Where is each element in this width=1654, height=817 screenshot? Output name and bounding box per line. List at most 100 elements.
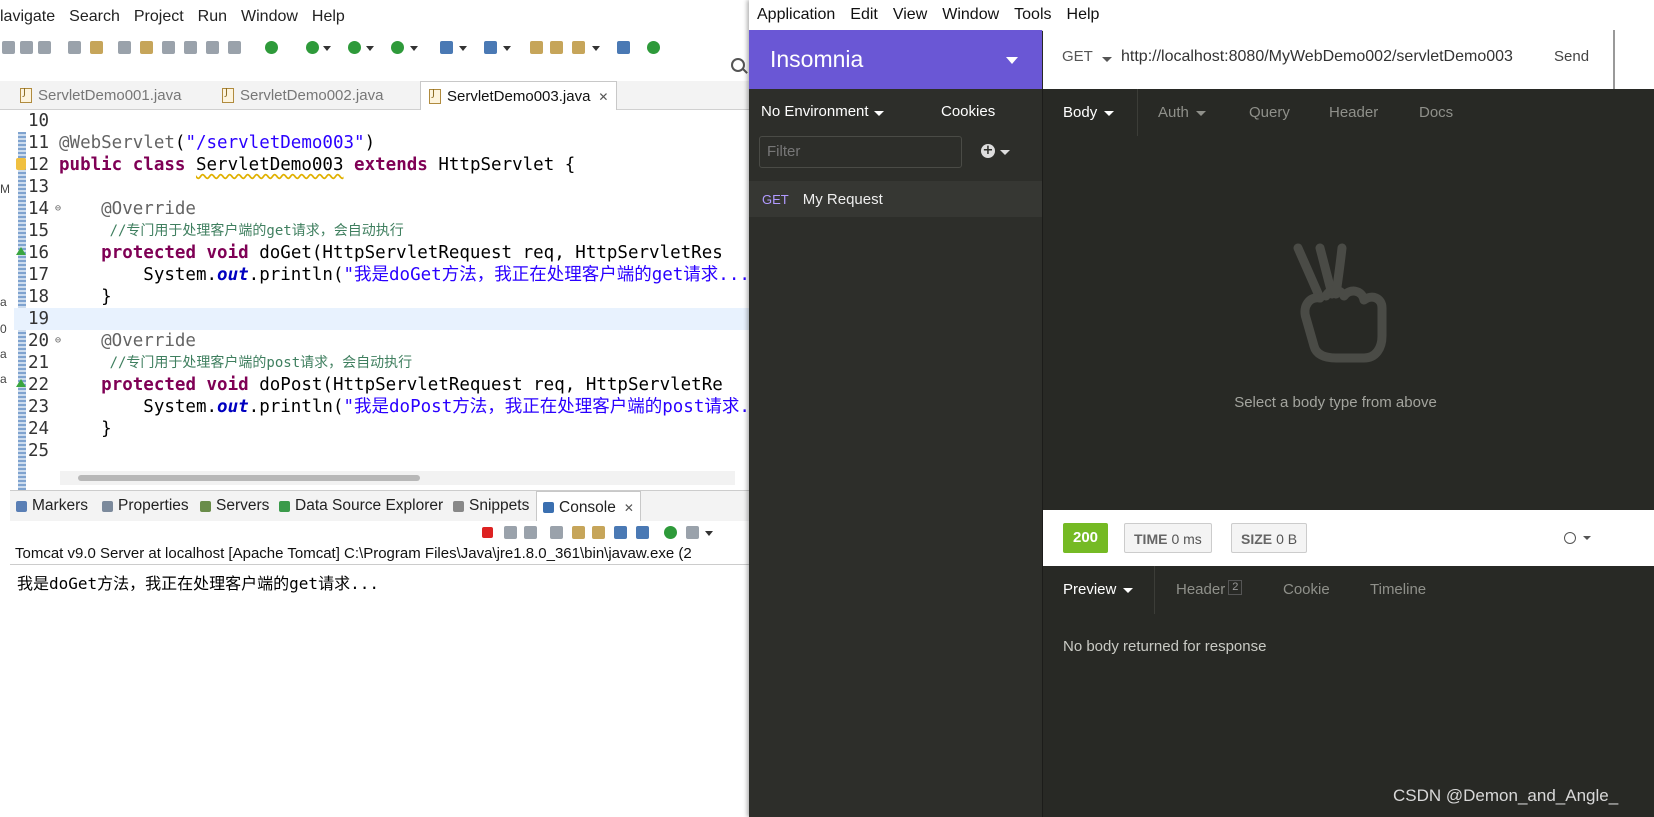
- scrollbar-thumb[interactable]: [78, 475, 420, 481]
- request-body-empty-state: Select a body type from above: [1043, 136, 1654, 510]
- chevron-down-icon[interactable]: [503, 46, 511, 51]
- warning-icon[interactable]: [16, 158, 26, 170]
- server-icon[interactable]: [647, 41, 660, 54]
- plus-circle-icon[interactable]: +: [981, 144, 995, 158]
- menu-navigate[interactable]: lavigate: [0, 8, 55, 26]
- tab-properties[interactable]: Properties: [102, 491, 189, 521]
- chevron-down-icon[interactable]: [459, 46, 467, 51]
- scroll-lock-icon[interactable]: [572, 526, 585, 539]
- toolbar-icon[interactable]: [68, 41, 81, 54]
- toolbar-icon[interactable]: [162, 41, 175, 54]
- tab-response-header[interactable]: Header 2: [1176, 566, 1243, 613]
- menu-window[interactable]: Window: [241, 8, 298, 26]
- run-config-icon[interactable]: [348, 41, 361, 54]
- chevron-down-icon[interactable]: [1006, 57, 1018, 64]
- clock-icon[interactable]: [1564, 532, 1576, 544]
- console-icon: [543, 502, 554, 513]
- menu-edit[interactable]: Edit: [850, 6, 878, 24]
- line-number: 10: [28, 111, 50, 131]
- chevron-down-icon[interactable]: [592, 46, 600, 51]
- tab-label: Query: [1249, 104, 1290, 121]
- tab-preview[interactable]: Preview: [1063, 566, 1134, 613]
- remove-all-icon[interactable]: [524, 526, 537, 539]
- debug-icon[interactable]: [265, 41, 278, 54]
- code-line: 18 }: [14, 286, 749, 308]
- menu-application[interactable]: Application: [757, 6, 835, 24]
- send-button[interactable]: Send: [1554, 48, 1589, 65]
- menu-help[interactable]: Help: [312, 8, 345, 26]
- chevron-down-icon[interactable]: [705, 531, 713, 536]
- toolbar-icon[interactable]: [206, 41, 219, 54]
- chevron-down-icon[interactable]: [874, 111, 884, 116]
- tab-data-source-explorer[interactable]: Data Source Explorer: [279, 491, 443, 521]
- cookies-button[interactable]: Cookies: [941, 103, 995, 120]
- url-input[interactable]: http://localhost:8080/MyWebDemo002/servl…: [1121, 48, 1513, 66]
- toolbar-icon[interactable]: [38, 41, 51, 54]
- tab-docs[interactable]: Docs: [1419, 89, 1453, 136]
- open-folder-icon[interactable]: [530, 41, 543, 54]
- tab-servletdemo003[interactable]: ServletDemo003.java ✕: [420, 81, 618, 111]
- code-editor[interactable]: 10 11 @WebServlet("/servletDemo003") 12 pu…: [14, 110, 749, 490]
- toolbar-icon[interactable]: [140, 41, 153, 54]
- tab-timeline[interactable]: Timeline: [1370, 566, 1426, 613]
- toolbar-icon[interactable]: [184, 41, 197, 54]
- remove-launch-icon[interactable]: [504, 526, 517, 539]
- pen-icon[interactable]: [572, 41, 585, 54]
- menu-view[interactable]: View: [893, 6, 927, 24]
- method-selector[interactable]: GET: [1062, 48, 1093, 65]
- show-stdout-icon[interactable]: [614, 526, 627, 539]
- toolbar-icon[interactable]: [90, 41, 103, 54]
- eclipse-toolbar: [0, 34, 749, 60]
- close-icon[interactable]: ✕: [624, 501, 634, 515]
- terminate-icon[interactable]: [482, 527, 493, 538]
- menu-window[interactable]: Window: [942, 6, 999, 24]
- open-folder-icon[interactable]: [550, 41, 563, 54]
- menu-help[interactable]: Help: [1067, 6, 1100, 24]
- chevron-down-icon[interactable]: [1000, 150, 1010, 155]
- word-wrap-icon[interactable]: [592, 526, 605, 539]
- chevron-down-icon[interactable]: [410, 46, 418, 51]
- tab-snippets[interactable]: Snippets: [453, 491, 529, 521]
- chevron-down-icon[interactable]: [1583, 536, 1591, 540]
- toolbar-icon[interactable]: [228, 41, 241, 54]
- horizontal-scrollbar[interactable]: [60, 471, 735, 485]
- override-marker-icon[interactable]: [16, 247, 26, 255]
- toolbar-icon[interactable]: [118, 41, 131, 54]
- environment-selector[interactable]: No Environment: [761, 103, 869, 120]
- tab-cookie[interactable]: Cookie: [1283, 566, 1330, 613]
- tab-auth[interactable]: Auth: [1158, 89, 1206, 136]
- menu-run[interactable]: Run: [198, 8, 227, 26]
- override-marker-icon[interactable]: [16, 379, 26, 387]
- chevron-down-icon[interactable]: [1102, 57, 1112, 62]
- run-icon[interactable]: [306, 41, 319, 54]
- toolbar-icon[interactable]: [20, 41, 33, 54]
- menu-project[interactable]: Project: [134, 8, 184, 26]
- workspace-header[interactable]: Insomnia: [749, 30, 1042, 89]
- tab-markers[interactable]: Markers: [16, 491, 88, 521]
- tab-servletdemo001[interactable]: ServletDemo001.java: [20, 81, 181, 109]
- external-tools-icon[interactable]: [391, 41, 404, 54]
- sidebar-item-request[interactable]: GET My Request: [749, 181, 1042, 217]
- tab-servers[interactable]: Servers: [200, 491, 269, 521]
- tab-query[interactable]: Query: [1249, 89, 1290, 136]
- tab-body[interactable]: Body: [1063, 89, 1115, 136]
- new-icon[interactable]: [440, 41, 453, 54]
- chevron-down-icon[interactable]: [366, 46, 374, 51]
- tab-console[interactable]: Console ✕: [536, 491, 641, 523]
- new-class-icon[interactable]: [484, 41, 497, 54]
- search-icon[interactable]: [731, 58, 745, 72]
- menu-tools[interactable]: Tools: [1014, 6, 1051, 24]
- clear-console-icon[interactable]: [550, 526, 563, 539]
- toolbar-icon[interactable]: [2, 41, 15, 54]
- close-icon[interactable]: ✕: [598, 90, 608, 104]
- tab-header[interactable]: Header: [1329, 89, 1378, 136]
- chevron-down-icon[interactable]: [323, 46, 331, 51]
- menu-search[interactable]: Search: [69, 8, 120, 26]
- filter-input[interactable]: Filter: [759, 136, 962, 168]
- tab-servletdemo002[interactable]: ServletDemo002.java: [222, 81, 383, 109]
- display-console-icon[interactable]: [686, 526, 699, 539]
- globe-icon[interactable]: [617, 41, 630, 54]
- pin-console-icon[interactable]: [664, 526, 677, 539]
- show-stderr-icon[interactable]: [636, 526, 649, 539]
- watermark: CSDN @Demon_and_Angle_: [1393, 786, 1619, 805]
